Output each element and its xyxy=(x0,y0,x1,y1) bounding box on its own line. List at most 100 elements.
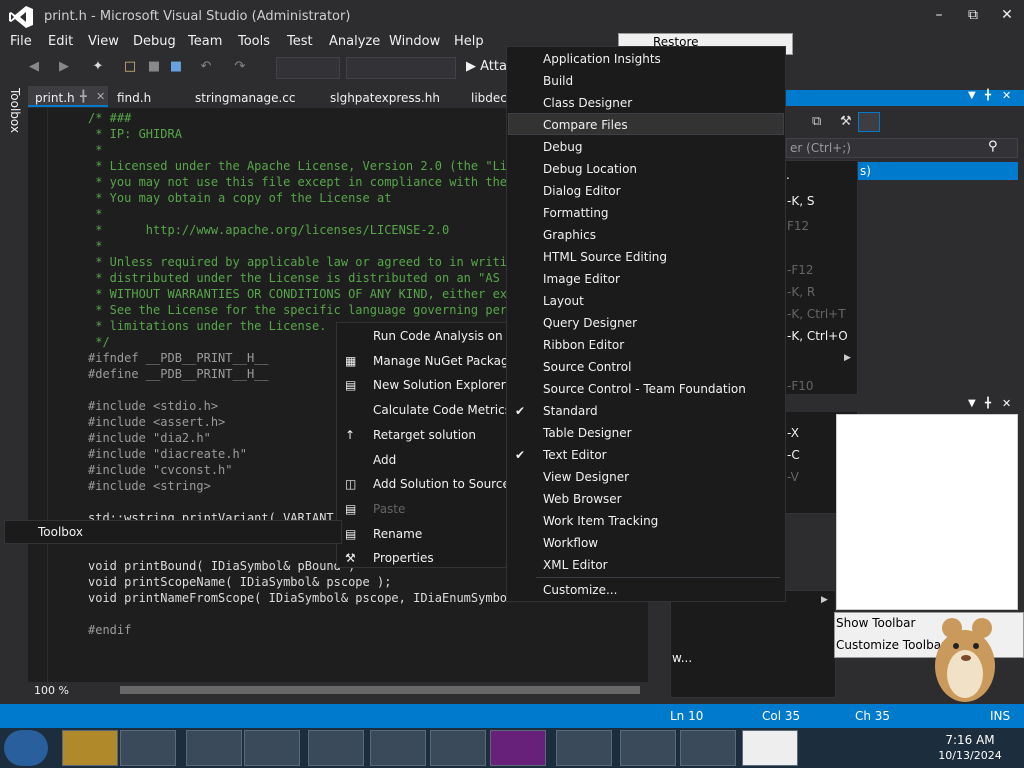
menu-view[interactable]: View xyxy=(88,34,119,49)
taskbar-notebook-icon[interactable] xyxy=(556,730,612,766)
toolbar-menu-item[interactable]: Layout xyxy=(507,290,785,312)
system-tray-icons[interactable] xyxy=(850,736,920,760)
tab-stringmanage[interactable]: stringmanage.cc xyxy=(195,91,295,105)
menu-file[interactable]: File xyxy=(10,34,32,49)
pin-icon[interactable]: ╋ xyxy=(985,90,991,101)
restore-button[interactable]: ⧉ xyxy=(960,4,986,26)
toolbar-menu-item[interactable]: ✔ Text Editor xyxy=(507,444,785,466)
context-menu-item[interactable]: ⚒ Properties xyxy=(337,547,507,569)
shortcut-dots: . xyxy=(786,168,790,182)
attach-button[interactable]: ▶ Atta xyxy=(466,59,507,74)
solution-configuration-combo[interactable] xyxy=(276,57,340,79)
toolbox-popup-label: Toolbox xyxy=(38,525,83,539)
taskbar-globe-icon[interactable] xyxy=(186,730,242,766)
close-button[interactable]: ✕ xyxy=(994,4,1020,26)
context-menu-item[interactable]: ◫ Add Solution to Source C xyxy=(337,473,522,495)
toolbar-menu-item[interactable]: Application Insights xyxy=(507,48,785,70)
taskbar-firefox-icon[interactable] xyxy=(244,730,300,766)
taskbar-computer-icon[interactable] xyxy=(370,730,426,766)
close-panel-icon[interactable]: ✕ xyxy=(1002,397,1011,410)
toolbar-options-button[interactable] xyxy=(858,112,880,132)
toolbar-menu-item[interactable]: HTML Source Editing xyxy=(507,246,785,268)
menu-edit[interactable]: Edit xyxy=(48,34,73,49)
toolbar-menu-item[interactable]: Class Designer xyxy=(507,92,785,114)
taskbar-media-icon[interactable] xyxy=(120,730,176,766)
collapse-all-icon[interactable]: ⧉ xyxy=(812,114,821,129)
code-line: /* ### xyxy=(88,111,132,125)
save-icon[interactable]: ■ xyxy=(146,59,162,75)
toolbar-menu-item[interactable]: Table Designer xyxy=(507,422,785,444)
clock[interactable]: 7:16 AM 10/13/2024 xyxy=(930,733,1010,762)
forward-icon[interactable]: ▶ xyxy=(56,59,72,75)
tab-find-h[interactable]: find.h xyxy=(117,91,151,105)
dropdown-icon[interactable]: ▼ xyxy=(968,398,976,409)
toolbar-menu-item[interactable]: Ribbon Editor xyxy=(507,334,785,356)
zoom-level[interactable]: 100 % xyxy=(34,684,69,697)
menu-analyze[interactable]: Analyze xyxy=(329,34,380,49)
save-all-icon[interactable]: ■ xyxy=(168,59,184,75)
context-menu-item[interactable]: ▤ New Solution Explorer Vie xyxy=(337,374,528,396)
back-icon[interactable]: ◀ xyxy=(26,59,42,75)
toolbar-menu-item[interactable]: Formatting xyxy=(507,202,785,224)
show-toolbar-item[interactable]: Show Toolbar xyxy=(836,616,915,630)
context-menu-item[interactable]: Calculate Code Metrics xyxy=(337,399,511,421)
toolbar-menu-item[interactable]: Graphics xyxy=(507,224,785,246)
selected-tree-node[interactable] xyxy=(858,162,1018,180)
dropdown-icon[interactable]: ▼ xyxy=(968,90,976,101)
toolbar-menu-item[interactable]: Workflow xyxy=(507,532,785,554)
toolbar-menu-item[interactable]: Compare Files xyxy=(507,114,785,136)
toolbar-menu-item[interactable]: Work Item Tracking xyxy=(507,510,785,532)
menu-help[interactable]: Help xyxy=(454,34,484,49)
search-icon[interactable]: ⚲ xyxy=(988,139,998,154)
close-panel-icon[interactable]: ✕ xyxy=(1002,89,1011,102)
horizontal-scroll-thumb[interactable] xyxy=(120,686,640,694)
toolbox-tab[interactable]: Toolbox xyxy=(8,88,22,133)
toolbar-menu-item[interactable]: Dialog Editor xyxy=(507,180,785,202)
context-menu-item[interactable]: ↑ Retarget solution xyxy=(337,424,507,446)
open-folder-icon[interactable]: □ xyxy=(122,59,138,75)
menu-team[interactable]: Team xyxy=(188,34,222,49)
menu-test[interactable]: Test xyxy=(287,34,313,49)
taskbar-7zip-icon[interactable] xyxy=(742,730,798,766)
toolbar-menu-item[interactable]: Web Browser xyxy=(507,488,785,510)
taskbar-shapes-icon[interactable] xyxy=(620,730,676,766)
solution-platform-combo[interactable] xyxy=(346,57,456,79)
context-menu-item[interactable]: Add xyxy=(337,449,507,471)
toolbar-menu-item[interactable]: View Designer xyxy=(507,466,785,488)
toolbar-menu-item[interactable]: Debug xyxy=(507,136,785,158)
toolbar-menu-item[interactable]: Debug Location xyxy=(507,158,785,180)
context-menu-item[interactable]: Run Code Analysis on So xyxy=(337,325,521,347)
toolbar-menu-item[interactable]: XML Editor xyxy=(507,554,785,576)
context-menu-item[interactable]: ▦ Manage NuGet Packages xyxy=(337,350,522,372)
taskbar-app-icon[interactable] xyxy=(308,730,364,766)
menu-tools[interactable]: Tools xyxy=(238,34,270,49)
menu-window[interactable]: Window xyxy=(389,34,440,49)
start-button-icon[interactable] xyxy=(4,730,48,766)
tab-print-h[interactable]: print.h xyxy=(35,91,75,105)
tab-libdec[interactable]: libdec xyxy=(471,91,507,105)
customize-menu-item[interactable]: Customize... xyxy=(507,579,785,601)
toolbar-menu-label: Image Editor xyxy=(543,272,620,286)
close-tab-icon[interactable]: ✕ xyxy=(96,90,105,103)
taskbar-ie-icon[interactable] xyxy=(680,730,736,766)
minimize-button[interactable]: – xyxy=(926,4,952,26)
pin-icon[interactable]: ╋ xyxy=(985,398,991,409)
menu-debug[interactable]: Debug xyxy=(133,34,176,49)
context-menu-item[interactable]: ▤ Paste xyxy=(337,498,507,520)
toolbar-menu-item[interactable]: Source Control - Team Foundation xyxy=(507,378,785,400)
undo-icon[interactable]: ↶ xyxy=(198,59,214,75)
context-menu-item[interactable]: ▤ Rename xyxy=(337,523,507,545)
toolbar-menu-item[interactable]: Image Editor xyxy=(507,268,785,290)
toolbar-menu-item[interactable]: Build xyxy=(507,70,785,92)
taskbar-visual-studio-icon[interactable] xyxy=(490,730,546,766)
pin-icon[interactable]: ╋ xyxy=(80,90,87,103)
properties-wrench-icon[interactable]: ⚒ xyxy=(840,114,852,129)
redo-icon[interactable]: ↷ xyxy=(232,59,248,75)
toolbar-menu-item[interactable]: ✔ Standard xyxy=(507,400,785,422)
taskbar-image-icon[interactable] xyxy=(430,730,486,766)
toolbar-menu-item[interactable]: Query Designer xyxy=(507,312,785,334)
tab-slghpatexpress[interactable]: slghpatexpress.hh xyxy=(330,91,440,105)
taskbar-app-1-icon[interactable] xyxy=(62,730,118,766)
toolbar-menu-item[interactable]: Source Control xyxy=(507,356,785,378)
new-project-icon[interactable]: ✦ xyxy=(90,59,106,75)
